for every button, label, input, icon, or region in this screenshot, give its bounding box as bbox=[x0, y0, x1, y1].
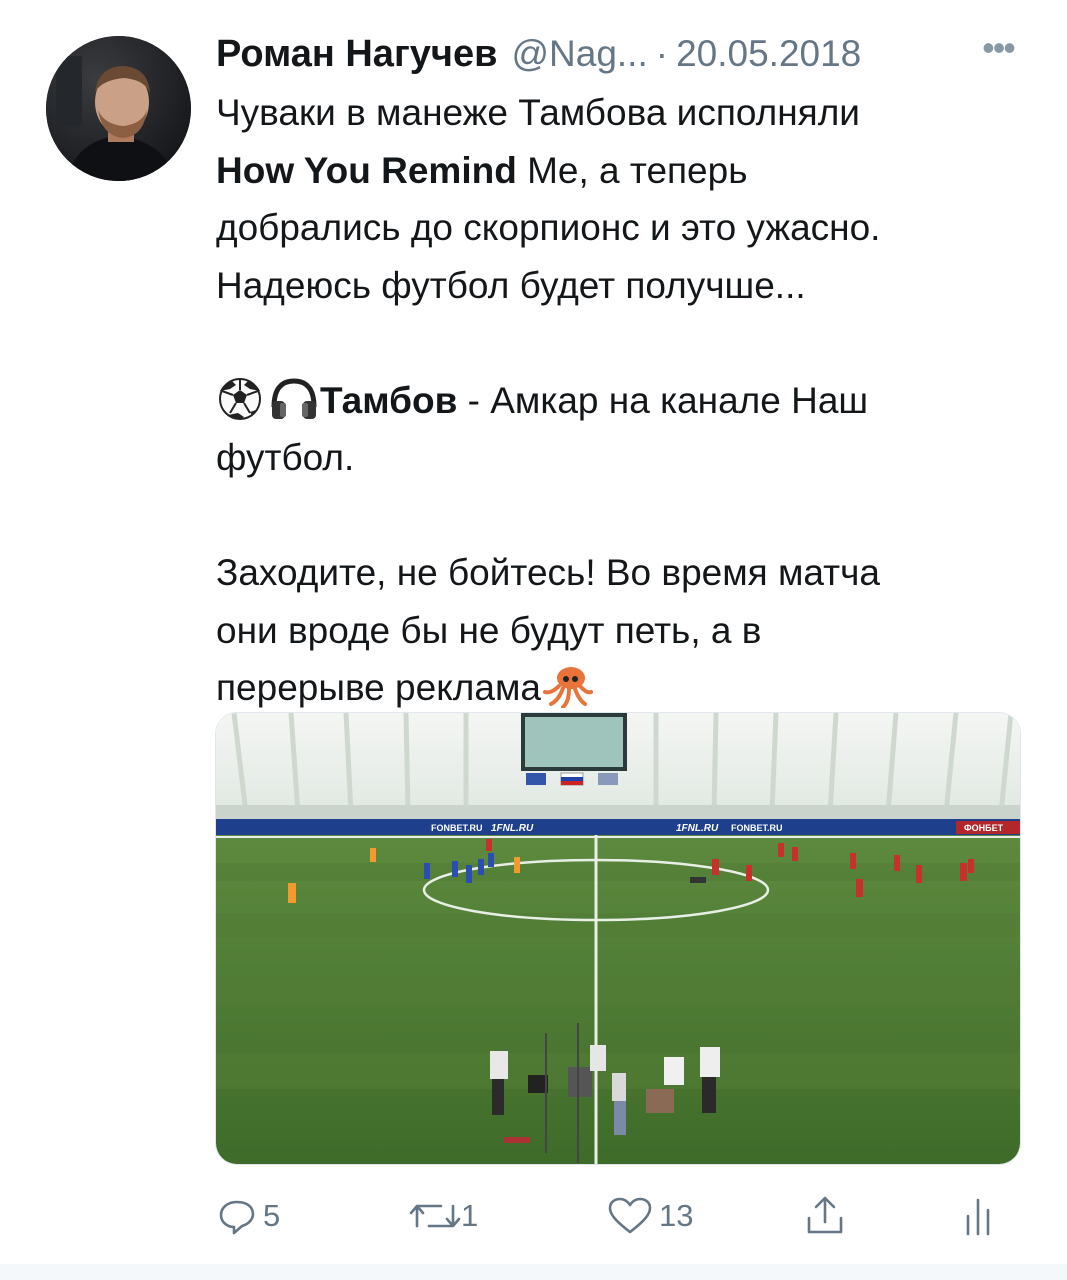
tweet-actions: 5 1 13 bbox=[215, 1184, 1021, 1248]
ad-board-text: 1FNL.RU bbox=[676, 823, 719, 834]
retweet-icon bbox=[409, 1204, 461, 1228]
author-name[interactable]: Роман Нагучев bbox=[216, 33, 497, 76]
share-button[interactable] bbox=[805, 1184, 845, 1248]
ad-board-text: ФОНБЕТ bbox=[964, 823, 1004, 833]
like-button[interactable]: 13 bbox=[607, 1184, 693, 1248]
more-options-icon[interactable]: ••• bbox=[970, 28, 1026, 80]
tweet-header: Роман Нагучев @Nag... · 20.05.2018 bbox=[216, 28, 1026, 80]
tweet-line: Заходите, не бойтесь! Во время матча bbox=[216, 552, 880, 593]
team-name: Тамбов bbox=[320, 379, 458, 421]
tweet-text: Чуваки в манеже Тамбова исполняли How Yo… bbox=[216, 84, 1036, 717]
author-avatar[interactable] bbox=[46, 36, 191, 181]
tweet-photo[interactable]: FONBET.RU 1FNL.RU 1FNL.RU FONBET.RU ФОНБ… bbox=[215, 712, 1021, 1165]
avatar-photo bbox=[46, 36, 191, 181]
reply-button[interactable]: 5 bbox=[217, 1184, 280, 1248]
tweet-line: Надеюсь футбол будет получше... bbox=[216, 264, 806, 306]
post-date[interactable]: 20.05.2018 bbox=[676, 33, 861, 75]
retweet-count: 1 bbox=[461, 1198, 479, 1233]
song-title: How You Remind bbox=[216, 149, 517, 191]
bottom-divider bbox=[0, 1264, 1067, 1280]
reply-count: 5 bbox=[263, 1198, 281, 1233]
analytics-button[interactable] bbox=[963, 1184, 993, 1248]
tweet-line: перерыве реклама bbox=[216, 659, 1036, 717]
tweet-line: футбол. bbox=[216, 437, 355, 478]
author-handle[interactable]: @Nag... bbox=[511, 33, 647, 75]
stadium-photo: FONBET.RU 1FNL.RU 1FNL.RU FONBET.RU ФОНБ… bbox=[216, 713, 1020, 1164]
ad-board-text: FONBET.RU bbox=[731, 823, 783, 833]
like-count: 13 bbox=[659, 1198, 694, 1233]
ad-board-text: 1FNL.RU bbox=[491, 823, 534, 834]
reply-icon bbox=[219, 1200, 255, 1235]
headphones-icon bbox=[268, 377, 320, 421]
tweet-line: Тамбов - Амкар на канале Наш bbox=[216, 372, 1036, 430]
soccer-ball-icon bbox=[216, 377, 268, 421]
heart-icon bbox=[608, 1197, 652, 1234]
ad-board-text: FONBET.RU bbox=[431, 823, 483, 833]
tweet-line: Чуваки в манеже Тамбова исполняли bbox=[216, 92, 860, 133]
tweet-line: добрались до скорпионс и это ужасно. bbox=[216, 207, 881, 248]
tweet-line: How You Remind Me, а теперь bbox=[216, 149, 748, 191]
header-separator: · bbox=[655, 33, 669, 74]
tweet-line: они вроде бы не будут петь, а в bbox=[216, 609, 762, 651]
squid-icon bbox=[541, 664, 593, 709]
analytics-icon bbox=[966, 1198, 990, 1236]
share-icon bbox=[807, 1196, 843, 1234]
retweet-button[interactable]: 1 bbox=[407, 1184, 478, 1248]
